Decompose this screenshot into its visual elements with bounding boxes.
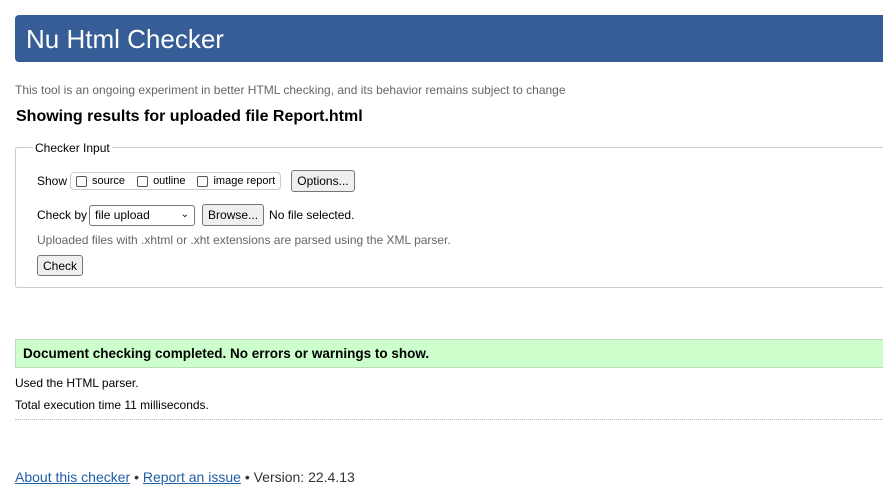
image-report-checkbox-label: image report — [213, 175, 276, 187]
check-by-select[interactable]: file upload ⌄ — [89, 204, 196, 226]
show-options-row: Show source outline image report Options… — [37, 170, 355, 192]
show-label: Show — [37, 174, 68, 188]
footer-separator-2: • — [244, 469, 250, 485]
app-title: Nu Html Checker — [26, 24, 224, 54]
show-source-option[interactable]: source — [76, 175, 125, 187]
chevron-down-icon: ⌄ — [180, 209, 190, 220]
about-checker-link[interactable]: About this checker — [15, 469, 130, 485]
browse-button[interactable]: Browse... — [202, 204, 265, 226]
check-by-label: Check by — [37, 208, 88, 222]
outline-checkbox-label: outline — [153, 175, 186, 187]
show-options-group: source outline image report — [70, 172, 282, 190]
footer: About this checker • Report an issue • V… — [15, 469, 355, 485]
file-status-text: No file selected. — [269, 208, 355, 222]
source-checkbox[interactable] — [76, 175, 88, 187]
outline-checkbox[interactable] — [137, 175, 149, 187]
divider — [15, 419, 883, 420]
check-row: Check — [37, 255, 84, 276]
report-issue-link[interactable]: Report an issue — [143, 469, 241, 485]
xml-parser-note: Uploaded files with .xhtml or .xht exten… — [37, 233, 451, 247]
intro-text: This tool is an ongoing experiment in be… — [15, 83, 566, 97]
options-button[interactable]: Options... — [291, 170, 355, 192]
success-message: Document checking completed. No errors o… — [15, 339, 883, 368]
check-button[interactable]: Check — [37, 255, 84, 276]
checker-input-legend: Checker Input — [33, 140, 112, 156]
show-outline-option[interactable]: outline — [137, 175, 185, 187]
check-by-selected-value: file upload — [95, 208, 150, 222]
image-report-checkbox[interactable] — [197, 175, 209, 187]
app-header: Nu Html Checker — [15, 15, 883, 62]
results-heading: Showing results for uploaded file Report… — [16, 108, 363, 125]
source-checkbox-label: source — [92, 175, 126, 187]
checker-input-fieldset: Checker Input Show source outline image … — [15, 140, 883, 288]
execution-time-note: Total execution time 11 milliseconds. — [15, 398, 209, 412]
show-image-report-option[interactable]: image report — [197, 175, 275, 187]
check-by-row: Check by file upload ⌄ Browse... No file… — [37, 204, 354, 226]
parser-note: Used the HTML parser. — [15, 376, 139, 390]
version-text: Version: 22.4.13 — [253, 469, 355, 485]
footer-separator-1: • — [134, 469, 139, 485]
